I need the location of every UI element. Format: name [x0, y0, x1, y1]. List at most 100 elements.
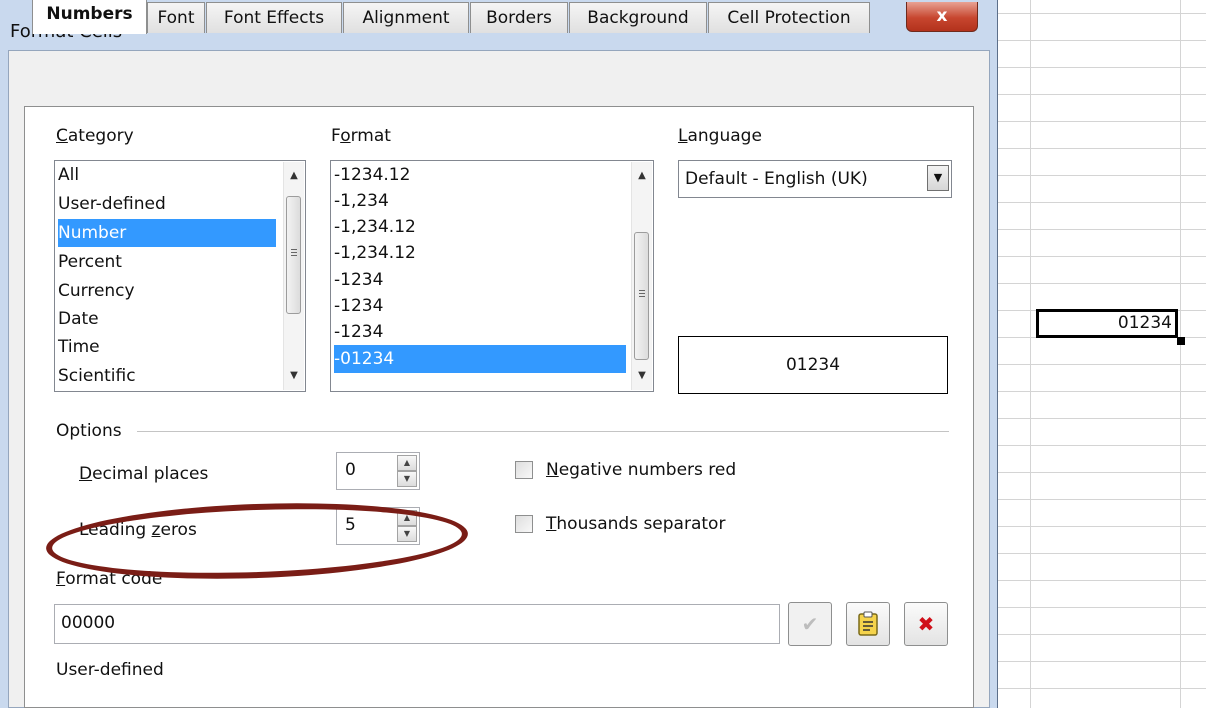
scroll-thumb[interactable]: [286, 196, 301, 314]
tab-label: Font Effects: [223, 8, 325, 28]
scroll-up-icon[interactable]: ▲: [632, 166, 652, 186]
negative-red-label: Negative numbers red: [546, 460, 736, 480]
tab-background[interactable]: Background: [569, 2, 707, 33]
grid-row-line: [990, 67, 1206, 68]
format-code-description: User-defined: [56, 660, 164, 680]
list-item[interactable]: Scientific: [58, 362, 276, 390]
close-icon: x: [936, 6, 948, 26]
spin-down-icon[interactable]: ▼: [397, 471, 417, 487]
grid-row-line: [990, 283, 1206, 284]
active-cell[interactable]: 01234: [1036, 309, 1178, 338]
tab-alignment[interactable]: Alignment: [343, 2, 469, 33]
decimal-places-stepper[interactable]: 0 ▲ ▼: [336, 452, 420, 490]
list-item[interactable]: Date: [58, 305, 276, 333]
category-label-accel: C: [56, 126, 68, 146]
list-item-selected[interactable]: Number: [58, 219, 276, 247]
thousands-separator-label: Thousands separator: [546, 514, 725, 534]
tab-cell-protection[interactable]: Cell Protection: [708, 2, 870, 33]
format-code-accel: F: [56, 569, 66, 589]
list-item[interactable]: -1,234.12: [334, 239, 626, 267]
format-scrollbar[interactable]: ▲ ▼: [631, 162, 652, 390]
format-label-accel: o: [340, 126, 351, 146]
grid-row-line: [990, 688, 1206, 689]
category-label: Category: [56, 126, 134, 146]
preview-value: 01234: [785, 355, 841, 375]
grid-row-line: [990, 148, 1206, 149]
grid-row-line: [990, 391, 1206, 392]
spin-up-icon[interactable]: ▲: [397, 455, 417, 471]
scroll-down-icon[interactable]: ▼: [284, 366, 304, 386]
clipboard-icon: [858, 611, 878, 636]
list-item[interactable]: Currency: [58, 277, 276, 305]
tab-label: Borders: [486, 8, 552, 28]
format-label: Format: [331, 126, 391, 146]
chevron-down-icon[interactable]: ▼: [927, 165, 949, 191]
tab-numbers[interactable]: Numbers: [32, 0, 147, 34]
thousands-sep-text: housands separator: [556, 514, 726, 534]
tab-label: Alignment: [362, 8, 450, 28]
grid-row-line: [990, 202, 1206, 203]
language-label-text: anguage: [687, 126, 762, 146]
tab-label: Background: [587, 8, 689, 28]
category-list[interactable]: All User-defined Number Percent Currency…: [54, 160, 306, 392]
list-item[interactable]: Time: [58, 333, 276, 361]
format-list[interactable]: -1234.12 -1,234 -1,234.12 -1,234.12 -123…: [330, 160, 654, 392]
language-select-value: Default - English (UK): [685, 169, 868, 189]
category-scrollbar[interactable]: ▲ ▼: [283, 162, 304, 390]
grid-row-line: [990, 472, 1206, 473]
list-item-selected[interactable]: -01234: [334, 345, 626, 373]
grid-row-line: [990, 121, 1206, 122]
list-item[interactable]: User-defined: [58, 190, 276, 218]
tab-label: Cell Protection: [727, 8, 851, 28]
category-label-text: ategory: [67, 126, 134, 146]
list-item[interactable]: -1234: [334, 266, 626, 294]
tab-font-effects[interactable]: Font Effects: [206, 2, 342, 33]
grid-row-line: [990, 607, 1206, 608]
decimal-places-value: 0: [345, 460, 356, 480]
grid-row-line: [990, 445, 1206, 446]
thousands-sep-accel: T: [546, 514, 557, 534]
accept-button[interactable]: ✔: [788, 602, 832, 646]
negative-red-checkbox[interactable]: [515, 461, 533, 479]
edit-comment-button[interactable]: [846, 602, 890, 646]
grid-row-line: [990, 661, 1206, 662]
format-preview: 01234: [678, 336, 948, 394]
grid-row-line: [990, 634, 1206, 635]
grid-row-line: [990, 526, 1206, 527]
list-item[interactable]: -1234: [334, 292, 626, 320]
tab-borders[interactable]: Borders: [470, 2, 568, 33]
grid-row-line: [990, 553, 1206, 554]
list-item[interactable]: -1234.12: [334, 161, 626, 189]
list-item[interactable]: -1,234: [334, 187, 626, 215]
decimal-places-accel: D: [79, 464, 93, 484]
negative-red-accel: N: [546, 460, 559, 480]
thousands-separator-checkbox[interactable]: [515, 515, 533, 533]
list-item[interactable]: All: [58, 161, 276, 189]
tab-label: Numbers: [46, 4, 133, 24]
scroll-up-icon[interactable]: ▲: [284, 166, 304, 186]
grid-row-line: [990, 364, 1206, 365]
list-item[interactable]: -1234: [334, 318, 626, 346]
checkmark-icon: ✔: [801, 612, 819, 636]
grid-row-line: [990, 256, 1206, 257]
grid-column-line: [1180, 0, 1181, 708]
list-item[interactable]: -1,234.12: [334, 213, 626, 241]
tab-font[interactable]: Font: [147, 2, 205, 33]
grid-column-line: [1030, 0, 1031, 708]
options-heading: Options: [56, 421, 122, 441]
grid-row-line: [990, 94, 1206, 95]
spreadsheet-grid: [990, 0, 1206, 708]
language-label: Language: [678, 126, 762, 146]
delete-x-icon: ✖: [917, 612, 935, 636]
delete-button[interactable]: ✖: [904, 602, 948, 646]
scroll-thumb[interactable]: [634, 232, 649, 360]
grid-row-line: [990, 229, 1206, 230]
close-button[interactable]: x: [906, 2, 978, 32]
list-item[interactable]: Percent: [58, 248, 276, 276]
language-select[interactable]: Default - English (UK) ▼: [678, 160, 952, 198]
format-label-text: rmat: [350, 126, 391, 146]
format-code-input[interactable]: 00000: [54, 604, 780, 644]
tab-label: Font: [157, 8, 195, 28]
fill-handle[interactable]: [1177, 337, 1185, 345]
scroll-down-icon[interactable]: ▼: [632, 366, 652, 386]
